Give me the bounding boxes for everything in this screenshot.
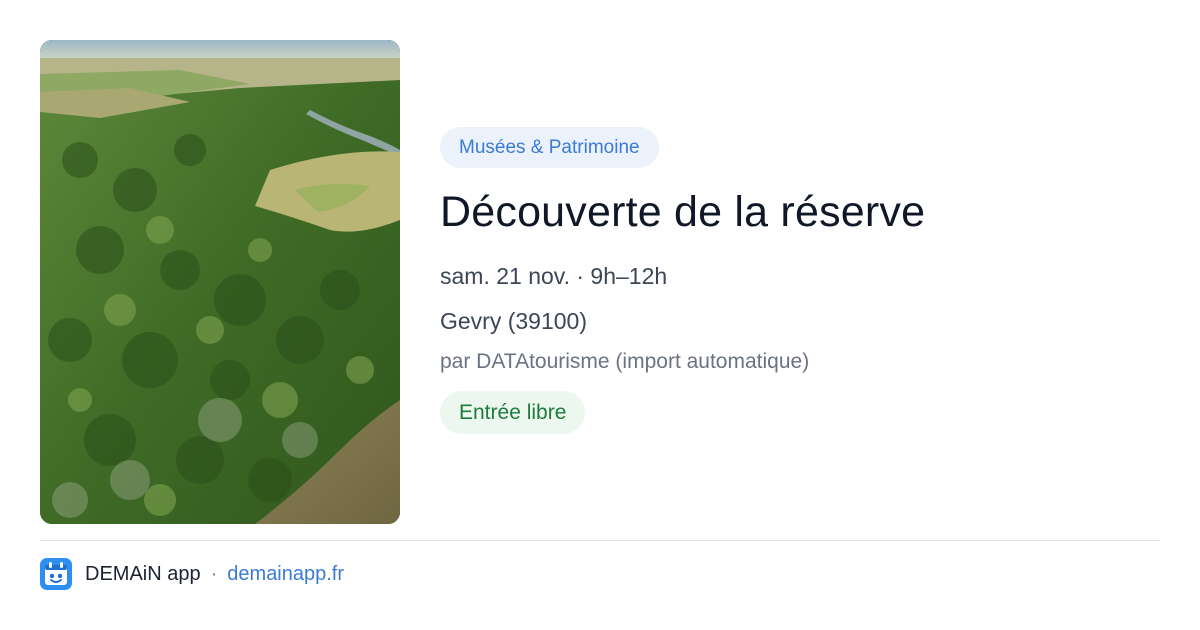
app-url-link[interactable]: demainapp.fr bbox=[227, 563, 344, 586]
event-details: Musées & Patrimoine Découverte de la rés… bbox=[440, 127, 1160, 434]
event-source: par DATAtourisme (import automatique) bbox=[440, 350, 810, 373]
price-badge: Entrée libre bbox=[440, 391, 586, 434]
footer: DEMAiN app · demainapp.fr bbox=[40, 558, 344, 590]
event-datetime: sam. 21 nov. · 9h–12h bbox=[440, 263, 668, 289]
event-share-card: Musées & Patrimoine Découverte de la rés… bbox=[0, 0, 1200, 630]
demain-app-logo-icon bbox=[40, 558, 72, 590]
event-photo bbox=[40, 40, 400, 524]
category-badge[interactable]: Musées & Patrimoine bbox=[440, 127, 659, 168]
footer-divider bbox=[40, 540, 1160, 541]
event-title: Découverte de la réserve bbox=[440, 188, 926, 236]
footer-separator: · bbox=[210, 562, 218, 585]
app-name: DEMAiN app bbox=[85, 562, 201, 585]
event-location: Gevry (39100) bbox=[440, 308, 588, 334]
